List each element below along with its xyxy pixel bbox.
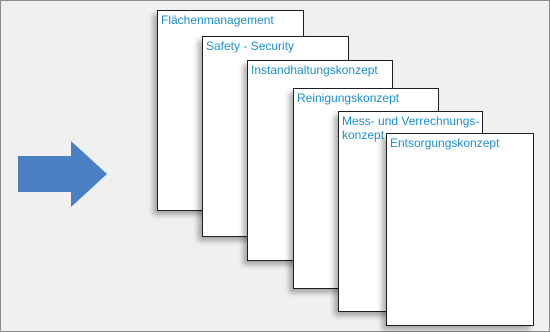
card-label: Flächenmanagement [161,13,274,27]
diagram-canvas: Flächenmanagement Safety - Security Inst… [0,0,550,332]
card-label: Instandhaltungskonzept [251,63,378,77]
card-label: Safety - Security [206,39,295,53]
card-entsorgungskonzept: Entsorgungskonzept [386,133,534,326]
right-arrow-icon [18,141,107,207]
card-label: Reinigungskonzept [297,91,400,105]
card-label: Entsorgungskonzept [390,136,500,150]
